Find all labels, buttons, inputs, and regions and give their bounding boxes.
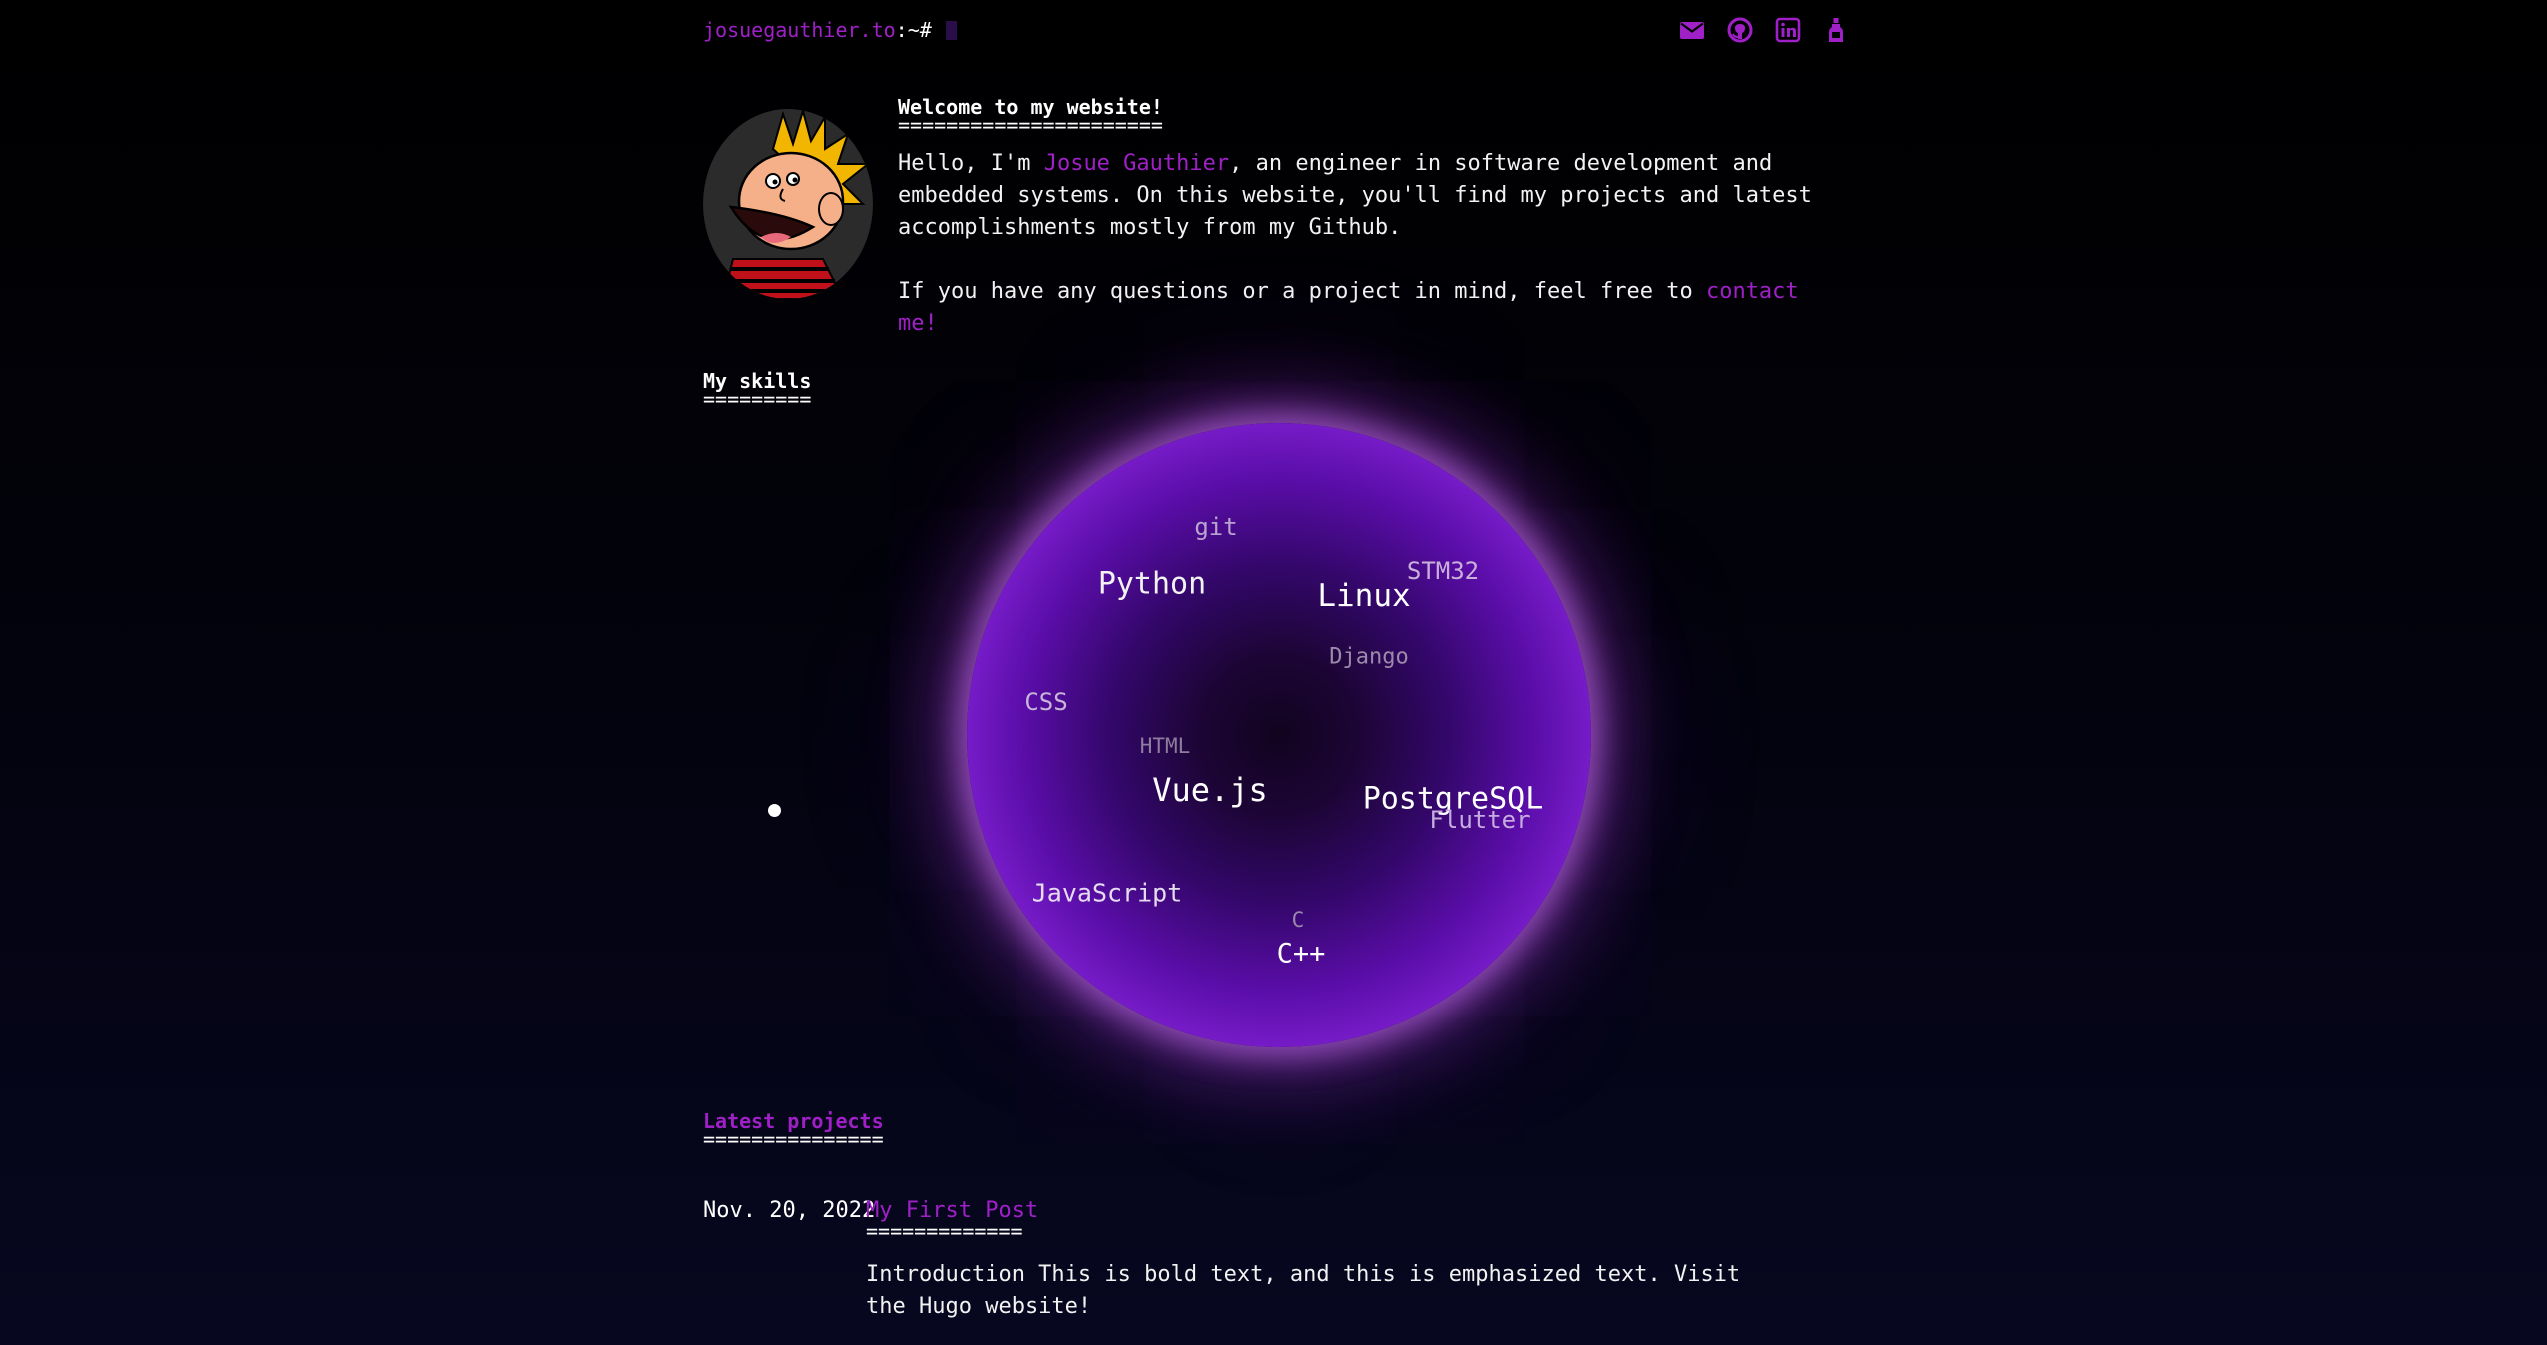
site-prompt[interactable]: josuegauthier.to:~#: [703, 18, 957, 42]
post-body: My First Post ============= Introduction…: [866, 1199, 1766, 1323]
skills-section: My skills =========: [703, 371, 812, 411]
skill-tag-django[interactable]: Django: [1329, 645, 1408, 670]
post-title-underline: =============: [866, 1219, 1023, 1243]
skill-tag-c[interactable]: C++: [1277, 939, 1326, 970]
skill-tag-css[interactable]: CSS: [1024, 688, 1067, 716]
linkedin-link[interactable]: [1774, 16, 1802, 44]
author-name-link[interactable]: Josue Gauthier: [1044, 151, 1229, 176]
skill-tag-linux[interactable]: Linux: [1317, 578, 1410, 614]
bottle-icon: [1829, 18, 1843, 42]
welcome-section: Welcome to my website! =================…: [898, 97, 1818, 340]
bottle-link[interactable]: [1822, 16, 1850, 44]
skill-tag-flutter[interactable]: Flutter: [1429, 806, 1530, 834]
skill-tag-python[interactable]: Python: [1098, 567, 1206, 602]
skill-tag-vue-js[interactable]: Vue.js: [1152, 771, 1268, 809]
contact-text: If you have any questions or a project i…: [898, 279, 1706, 304]
skills-sphere[interactable]: git Python Linux STM32 Django CSS HTML Vue.js Po…: [967, 423, 1591, 1047]
skills-title-underline: =========: [703, 387, 812, 411]
skill-tag-html[interactable]: HTML: [1140, 734, 1191, 758]
projects-title-underline: ===============: [703, 1127, 884, 1151]
github-link[interactable]: [1726, 16, 1754, 44]
avatar: [703, 109, 873, 299]
terminal-cursor: [945, 21, 957, 40]
skill-tag-c[interactable]: C: [1292, 908, 1305, 932]
carousel-dot[interactable]: [768, 804, 781, 817]
post-summary: Introduction This is bold text, and this…: [866, 1262, 1741, 1319]
prompt-path: :~#: [895, 18, 932, 42]
page: josuegauthier.to:~# Welcome to my websit…: [0, 0, 2547, 1345]
avatar-icon: [703, 109, 873, 299]
projects-section: Latest projects ===============: [703, 1111, 884, 1151]
intro-greeting: Hello, I'm: [898, 151, 1044, 176]
social-links: [1678, 16, 1850, 44]
skill-tag-git[interactable]: git: [1194, 513, 1237, 541]
site-host[interactable]: josuegauthier.to: [703, 18, 896, 42]
welcome-title-underline: ======================: [898, 113, 1163, 137]
skill-tag-javascript[interactable]: JavaScript: [1032, 879, 1183, 908]
post-date: Nov. 20, 2022: [703, 1198, 876, 1223]
intro-paragraph: Hello, I'm Josue Gauthier, an engineer i…: [898, 148, 1818, 244]
contact-paragraph: If you have any questions or a project i…: [898, 276, 1818, 340]
email-link[interactable]: [1678, 16, 1706, 44]
github-icon: [1727, 17, 1753, 43]
skill-tag-stm32[interactable]: STM32: [1407, 557, 1479, 585]
email-icon: [1680, 22, 1704, 39]
linkedin-icon: [1775, 17, 1801, 43]
